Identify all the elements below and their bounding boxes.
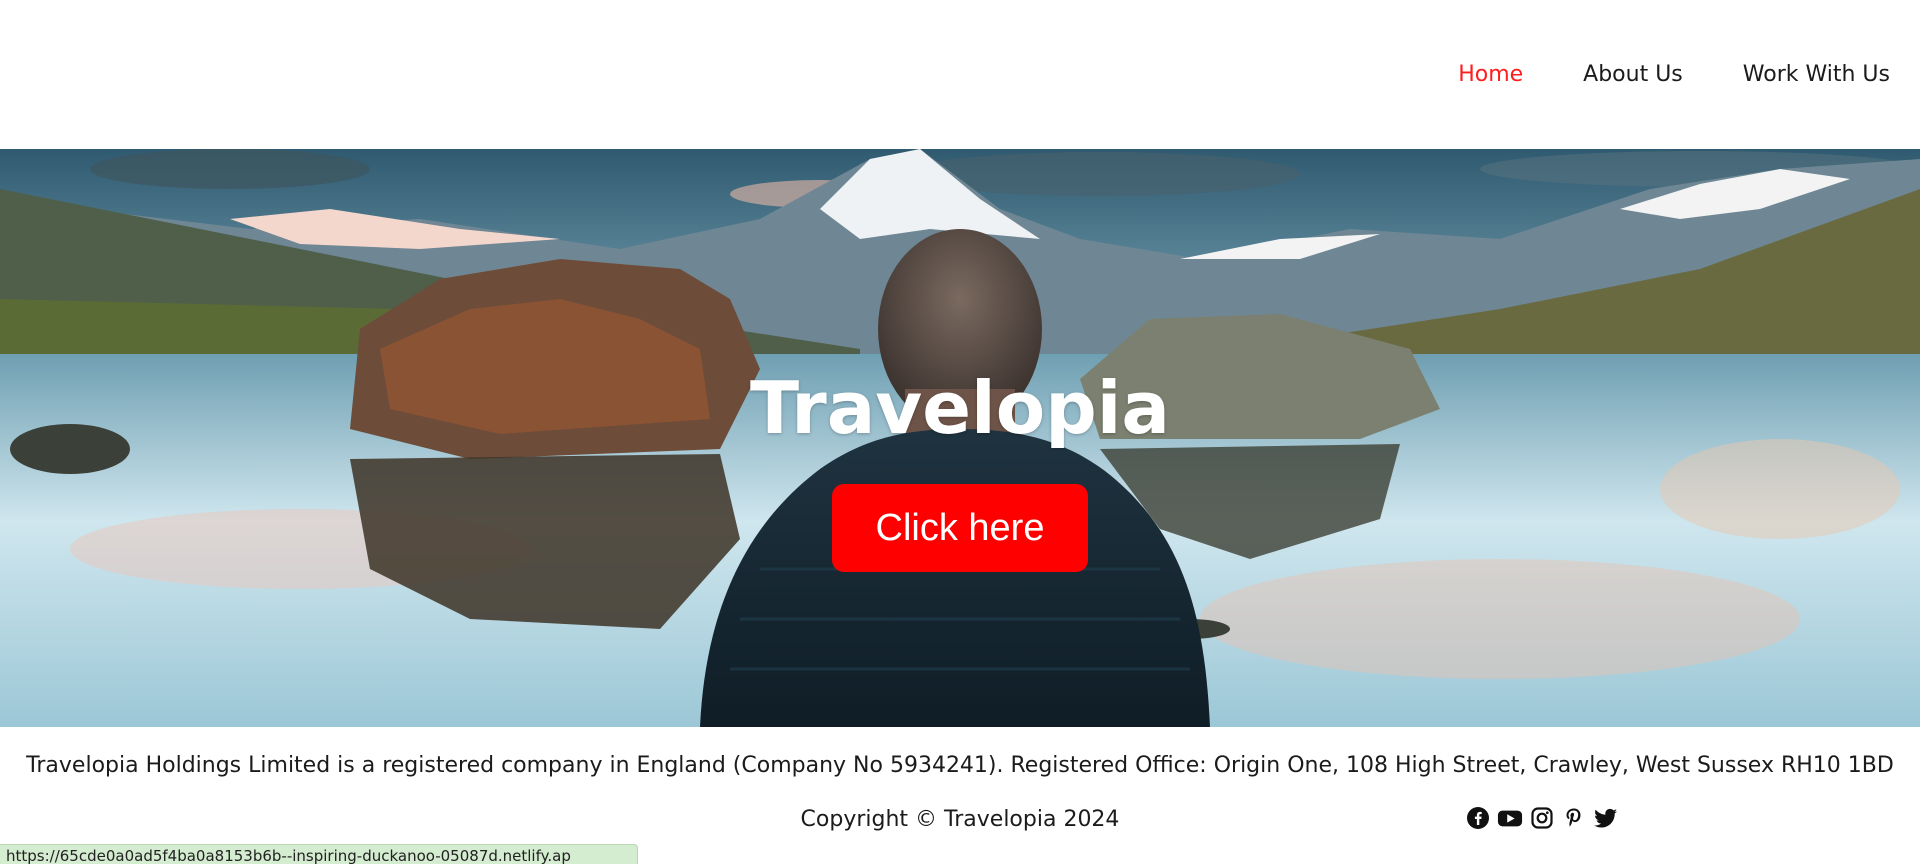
facebook-icon[interactable] — [1465, 805, 1491, 831]
click-here-button[interactable]: Click here — [832, 484, 1088, 572]
nav-link-home[interactable]: Home — [1458, 58, 1523, 92]
instagram-icon[interactable] — [1529, 805, 1555, 831]
pinterest-icon[interactable] — [1561, 805, 1587, 831]
youtube-icon[interactable] — [1497, 805, 1523, 831]
main-nav: Home About Us Work With Us — [1458, 58, 1890, 92]
social-links — [1465, 805, 1619, 831]
twitter-icon[interactable] — [1593, 805, 1619, 831]
copyright-text: Copyright © Travelopia 2024 — [800, 807, 1120, 832]
hero-title: Travelopia — [749, 366, 1170, 450]
nav-link-work-with-us[interactable]: Work With Us — [1743, 58, 1890, 92]
hero-banner: Travelopia Click here — [0, 149, 1920, 727]
nav-link-about-us[interactable]: About Us — [1583, 58, 1683, 92]
legal-notice: Travelopia Holdings Limited is a registe… — [26, 753, 1894, 778]
status-bar-url: https://65cde0a0ad5f4ba0a8153b6b--inspir… — [0, 844, 638, 864]
site-header: Home About Us Work With Us — [0, 0, 1920, 149]
